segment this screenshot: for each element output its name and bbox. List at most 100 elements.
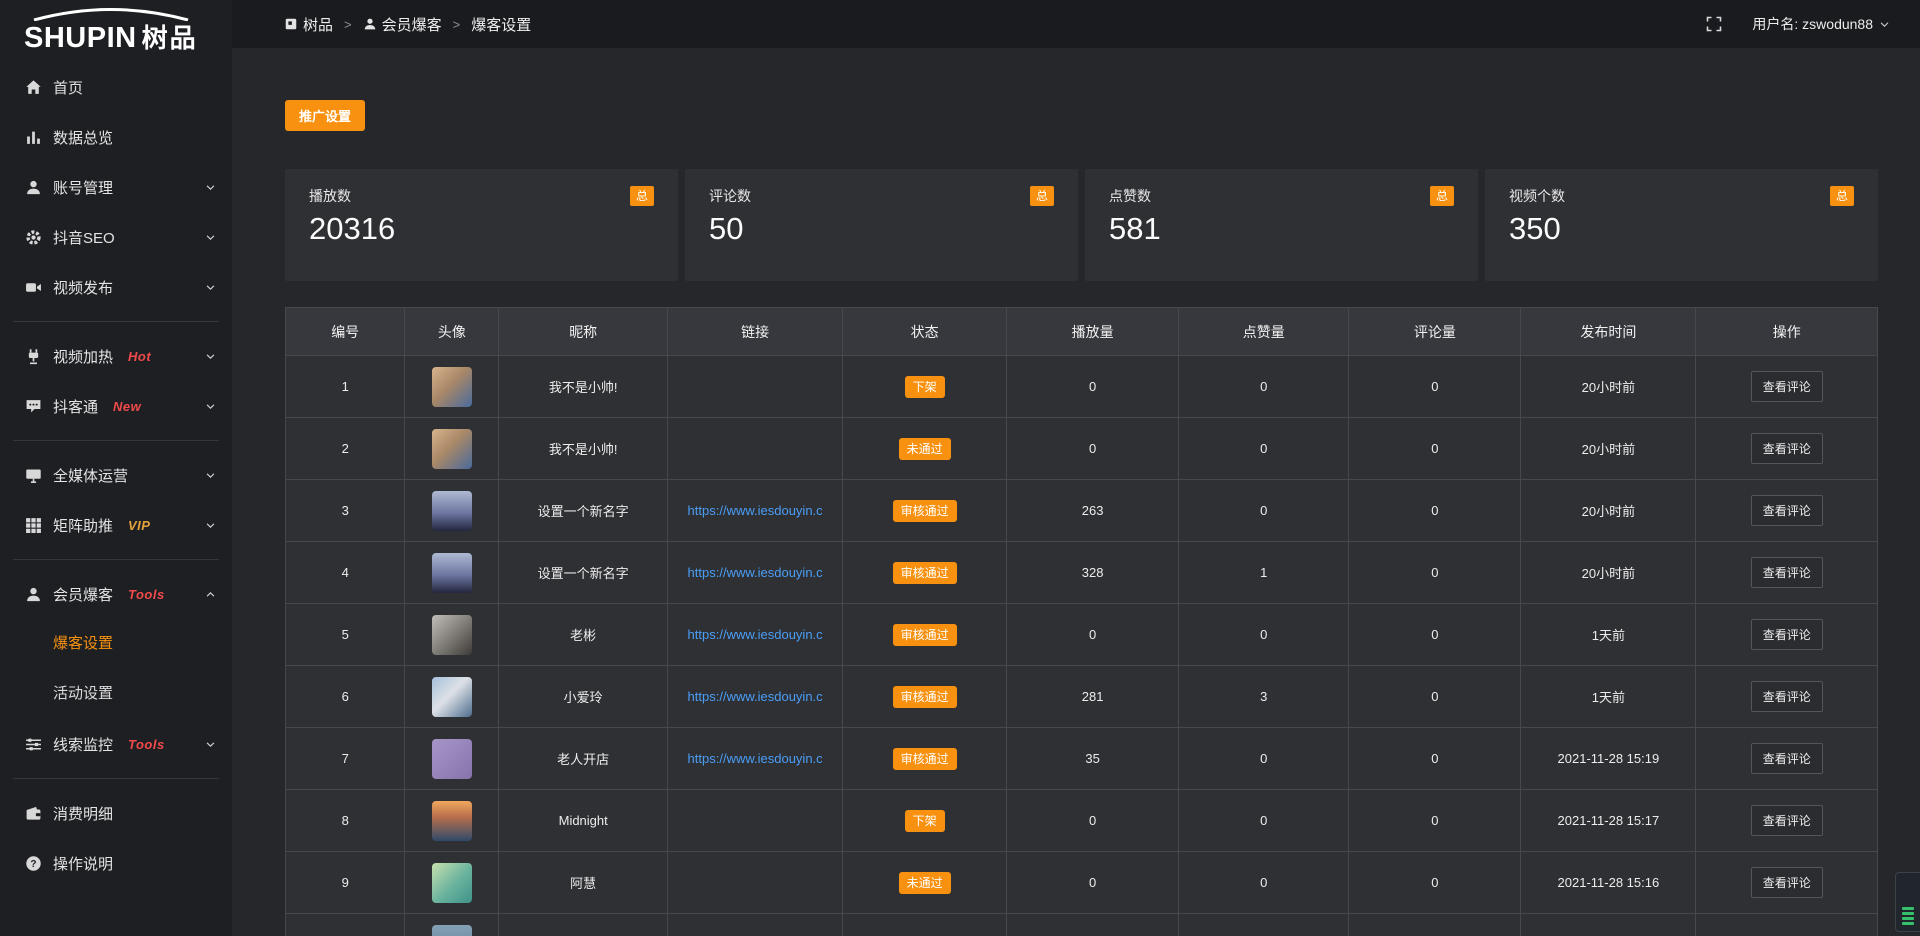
cell-published: 2021-11-28 15:17 bbox=[1521, 790, 1696, 852]
sidebar-item-video-publish[interactable]: 视频发布 bbox=[0, 262, 232, 312]
sidebar-item-consume-detail[interactable]: 消费明细 bbox=[0, 788, 232, 838]
cell-id: 1 bbox=[286, 356, 405, 418]
cell-comments: 0 bbox=[1349, 418, 1521, 480]
status-badge: 下架 bbox=[905, 376, 945, 398]
sidebar-item-account-manage[interactable]: 账号管理 bbox=[0, 162, 232, 212]
table-row: 8Midnight下架0002021-11-28 15:17查看评论 bbox=[286, 790, 1878, 852]
view-comments-button[interactable]: 查看评论 bbox=[1751, 681, 1823, 712]
video-link[interactable]: https://www.iesdouyin.c bbox=[688, 689, 823, 704]
avatar bbox=[432, 925, 472, 936]
question-icon: ? bbox=[25, 855, 42, 872]
stat-card-likes: 点赞数总581 bbox=[1085, 169, 1478, 281]
cell-published: 20小时前 bbox=[1521, 542, 1696, 604]
wallet-icon bbox=[25, 805, 42, 822]
sidebar-item-label: 消费明细 bbox=[53, 803, 113, 824]
sidebar-item-matrix-boost[interactable]: 矩阵助推VIP bbox=[0, 500, 232, 550]
view-comments-button[interactable]: 查看评论 bbox=[1751, 743, 1823, 774]
cell-likes: 0 bbox=[1179, 852, 1349, 914]
cell-comments: 0 bbox=[1349, 852, 1521, 914]
cell-status: 未通过 bbox=[843, 418, 1007, 480]
view-comments-button[interactable]: 查看评论 bbox=[1751, 495, 1823, 526]
column-header: 播放量 bbox=[1007, 308, 1179, 356]
cell-nickname: 老彬 bbox=[499, 604, 668, 666]
cell-link: https://www.iesdouyin.c bbox=[668, 666, 843, 728]
view-comments-button[interactable]: 查看评论 bbox=[1751, 557, 1823, 588]
sidebar-item-badge: Tools bbox=[128, 737, 165, 752]
avatar bbox=[432, 615, 472, 655]
sidebar-item-clue-monitor[interactable]: 线索监控Tools bbox=[0, 719, 232, 769]
cell-id bbox=[286, 914, 405, 936]
sidebar-subitem-activity-settings[interactable]: 活动设置 bbox=[0, 669, 232, 719]
sidebar-item-media-operation[interactable]: 全媒体运营 bbox=[0, 450, 232, 500]
breadcrumb-label: 会员爆客 bbox=[382, 14, 442, 35]
sidebar-item-douketong[interactable]: 抖客通New bbox=[0, 381, 232, 431]
cell-plays: 328 bbox=[1007, 542, 1179, 604]
view-comments-button[interactable]: 查看评论 bbox=[1751, 867, 1823, 898]
chevron-down-icon bbox=[205, 282, 216, 293]
cell-published: 1天前 bbox=[1521, 666, 1696, 728]
sidebar-item-label: 会员爆客 bbox=[53, 584, 113, 605]
cell-avatar bbox=[405, 790, 499, 852]
cell-link bbox=[668, 790, 843, 852]
video-link[interactable]: https://www.iesdouyin.c bbox=[688, 503, 823, 518]
user-area: 用户名: zswodun88 bbox=[1706, 14, 1890, 34]
promo-settings-button[interactable]: 推广设置 bbox=[285, 100, 365, 131]
sidebar-subitem-baoke-settings[interactable]: 爆客设置 bbox=[0, 619, 232, 669]
sidebar-item-member-baoke[interactable]: 会员爆客Tools bbox=[0, 569, 232, 619]
view-comments-button[interactable]: 查看评论 bbox=[1751, 619, 1823, 650]
video-link[interactable]: https://www.iesdouyin.c bbox=[688, 565, 823, 580]
avatar bbox=[432, 677, 472, 717]
caret-down-icon[interactable] bbox=[1879, 19, 1890, 30]
view-comments-button[interactable]: 查看评论 bbox=[1751, 433, 1823, 464]
cell-plays: 281 bbox=[1007, 666, 1179, 728]
view-comments-button[interactable]: 查看评论 bbox=[1751, 805, 1823, 836]
sidebar-item-video-heat[interactable]: 视频加热Hot bbox=[0, 331, 232, 381]
sidebar-item-data-overview[interactable]: 数据总览 bbox=[0, 112, 232, 162]
video-link[interactable]: https://www.iesdouyin.c bbox=[688, 751, 823, 766]
view-comments-button[interactable]: 查看评论 bbox=[1751, 371, 1823, 402]
cell-id: 3 bbox=[286, 480, 405, 542]
cell-plays: 263 bbox=[1007, 480, 1179, 542]
floating-widget[interactable] bbox=[1895, 872, 1920, 932]
breadcrumb-item-member-baoke[interactable]: 会员爆客 bbox=[363, 14, 442, 35]
cell-status: 未通过 bbox=[843, 852, 1007, 914]
cell-published: 20小时前 bbox=[1521, 418, 1696, 480]
status-badge: 审核通过 bbox=[893, 686, 957, 708]
cell-published: 2021-11-28 15:19 bbox=[1521, 728, 1696, 790]
breadcrumb-item-shupin[interactable]: 树品 bbox=[284, 14, 333, 35]
column-header: 链接 bbox=[668, 308, 843, 356]
cell-avatar bbox=[405, 480, 499, 542]
grid-icon bbox=[25, 517, 42, 534]
cell-link: https://www.iesdouyin.c bbox=[668, 542, 843, 604]
cell-id: 8 bbox=[286, 790, 405, 852]
cell-likes: 0 bbox=[1179, 418, 1349, 480]
table-row: 2我不是小帅!未通过00020小时前查看评论 bbox=[286, 418, 1878, 480]
cell-link bbox=[668, 852, 843, 914]
videos-table-wrap: 编号头像昵称链接状态播放量点赞量评论量发布时间操作 1我不是小帅!下架00020… bbox=[285, 307, 1878, 936]
table-row: 9阿慧未通过0002021-11-28 15:16查看评论 bbox=[286, 852, 1878, 914]
status-badge: 审核通过 bbox=[893, 562, 957, 584]
cell-status: 审核通过 bbox=[843, 542, 1007, 604]
sidebar-item-home[interactable]: 首页 bbox=[0, 62, 232, 112]
sidebar-item-operation-guide[interactable]: ?操作说明 bbox=[0, 838, 232, 888]
cell-id: 5 bbox=[286, 604, 405, 666]
cell-comments: 0 bbox=[1349, 480, 1521, 542]
logo[interactable]: SHUPIN 树品 bbox=[0, 0, 232, 62]
video-icon bbox=[25, 279, 42, 296]
video-link[interactable]: https://www.iesdouyin.c bbox=[688, 627, 823, 642]
fullscreen-icon[interactable] bbox=[1706, 16, 1722, 32]
cell-likes: 0 bbox=[1179, 604, 1349, 666]
username[interactable]: 用户名: zswodun88 bbox=[1752, 14, 1873, 34]
cell-nickname: 我不是小帅! bbox=[499, 356, 668, 418]
sidebar-item-label: 抖客通 bbox=[53, 396, 98, 417]
cell-avatar bbox=[405, 728, 499, 790]
avatar bbox=[432, 491, 472, 531]
sidebar-item-douyin-seo[interactable]: 抖音SEO bbox=[0, 212, 232, 262]
stat-value: 581 bbox=[1109, 211, 1454, 247]
cell-likes: 0 bbox=[1179, 728, 1349, 790]
cell-action: 查看评论 bbox=[1696, 790, 1878, 852]
cell-nickname: 小爱玲 bbox=[499, 666, 668, 728]
cell-status: 下架 bbox=[843, 356, 1007, 418]
breadcrumb-item-baoke-settings[interactable]: 爆客设置 bbox=[471, 14, 531, 35]
sidebar-divider bbox=[13, 321, 219, 322]
